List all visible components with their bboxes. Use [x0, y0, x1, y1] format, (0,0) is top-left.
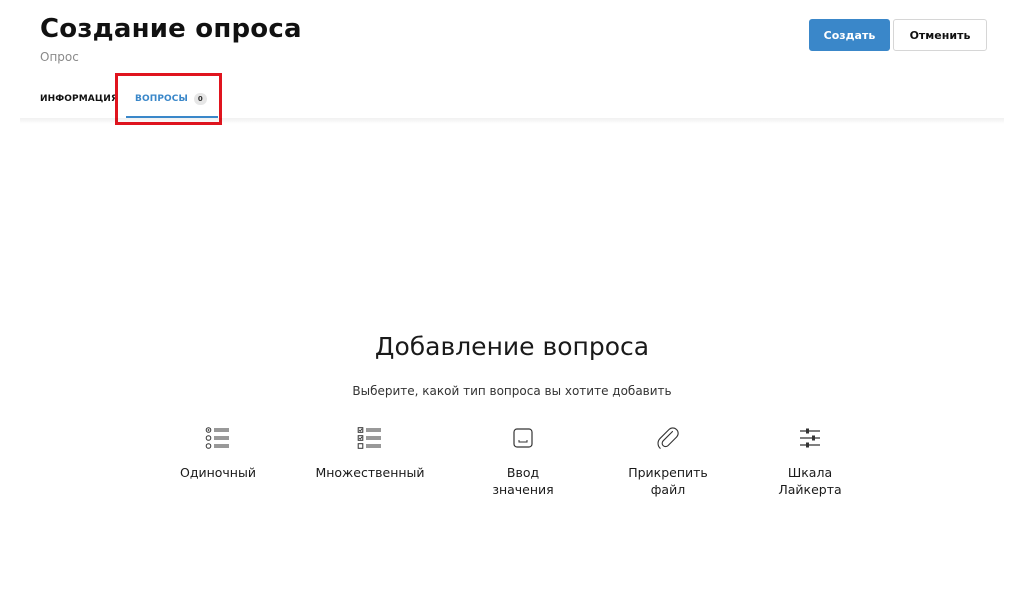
page-subtitle: Опрос — [40, 50, 79, 64]
question-type-attach-file[interactable]: Прикрепить файл — [603, 424, 733, 498]
tab-information-label: ИНФОРМАЦИЯ — [40, 94, 118, 104]
question-type-single-label: Одиночный — [180, 465, 256, 480]
cancel-button[interactable]: Отменить — [893, 19, 987, 51]
question-type-single[interactable]: Одиночный — [153, 424, 283, 481]
page-title: Создание опроса — [40, 14, 302, 44]
page-header: Создание опроса Опрос Создать Отменить И… — [0, 0, 1024, 118]
question-type-multiple-label: Множественный — [315, 465, 425, 480]
question-type-list: Одиночный Множественный Ввод значения Пр… — [0, 424, 1024, 504]
sliders-icon — [796, 424, 824, 452]
tab-questions-label: ВОПРОСЫ — [135, 94, 188, 104]
add-question-hint: Выберите, какой тип вопроса вы хотите до… — [352, 384, 672, 398]
question-type-multiple[interactable]: Множественный — [305, 424, 435, 481]
question-type-text-input[interactable]: Ввод значения — [458, 424, 588, 498]
tab-information[interactable]: ИНФОРМАЦИЯ — [40, 86, 126, 118]
header-divider — [20, 118, 1004, 124]
question-type-attach-file-label: Прикрепить файл — [628, 465, 708, 497]
single-choice-icon — [204, 424, 232, 452]
tab-questions[interactable]: ВОПРОСЫ 0 — [126, 86, 218, 118]
paperclip-icon — [654, 424, 682, 452]
multiple-choice-icon — [356, 424, 384, 452]
add-question-title: Добавление вопроса — [374, 332, 650, 361]
question-type-text-input-label: Ввод значения — [492, 465, 554, 497]
create-button[interactable]: Создать — [809, 19, 890, 51]
question-type-likert-scale-label: Шкала Лайкерта — [778, 465, 842, 497]
question-type-likert-scale[interactable]: Шкала Лайкерта — [745, 424, 875, 498]
tab-bar: ИНФОРМАЦИЯ ВОПРОСЫ 0 — [40, 86, 218, 118]
questions-count-badge: 0 — [193, 93, 207, 105]
text-input-icon — [509, 424, 537, 452]
